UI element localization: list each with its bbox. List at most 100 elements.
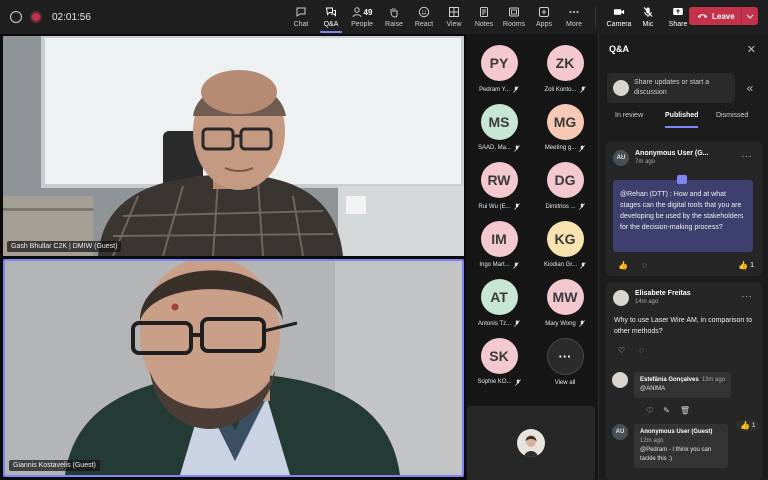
participant-avatar: AT: [480, 279, 518, 315]
close-icon[interactable]: ✕: [747, 43, 756, 56]
participant-name: Sophie KO...: [477, 379, 512, 385]
participant-avatar: MG: [546, 103, 584, 140]
mic-button[interactable]: Mic: [634, 0, 662, 34]
delete-icon[interactable]: 🗑: [680, 406, 690, 415]
author-avatar: AU: [613, 150, 629, 166]
video-stage: Gash Bhullar C2K | DMIW (Guest) Giannis …: [0, 34, 466, 480]
notes-icon: [478, 6, 490, 18]
participant-cell[interactable]: DG Dimitrios ...: [532, 151, 598, 210]
question-actions: 👍 ◌: [618, 261, 647, 270]
more-options-icon[interactable]: ···: [742, 291, 753, 301]
view-button[interactable]: View: [439, 0, 469, 34]
phone-hangup-icon: [697, 12, 708, 21]
participant-avatar: RW: [480, 162, 518, 198]
self-video-tile[interactable]: [467, 406, 595, 480]
participant-cell[interactable]: SK Sophie KO...: [466, 327, 532, 386]
people-icon: [352, 6, 362, 17]
edit-icon[interactable]: ✎: [663, 406, 670, 415]
participant-avatar: SK: [480, 337, 518, 374]
people-count: 49: [363, 7, 373, 17]
thumbs-up-icon: 👍: [740, 421, 750, 430]
participant-name-tag: Gash Bhullar C2K | DMIW (Guest): [7, 241, 122, 252]
grid-icon: [448, 6, 460, 18]
participant-cell[interactable]: MG Meeting g...: [532, 93, 598, 152]
chat-button[interactable]: Chat: [285, 0, 317, 34]
qa-button[interactable]: Q&A: [317, 0, 345, 34]
smiley-icon: [418, 6, 430, 18]
collapse-panel-icon[interactable]: «: [739, 74, 761, 102]
share-update-placeholder: Share updates or start a discussion: [634, 79, 710, 96]
leave-button[interactable]: Leave: [689, 7, 758, 25]
participant-cell[interactable]: RW Rui Wu (E...: [466, 151, 532, 210]
qa-panel-title: Q&A: [609, 44, 629, 54]
reply-text: @Pedram - I think you can tackle this :): [640, 447, 712, 462]
qa-panel: Q&A ✕ Share updates or start a discussio…: [598, 34, 768, 480]
participant-avatar: MS: [480, 103, 518, 140]
participant-avatar: DG: [546, 162, 584, 198]
participant-cell[interactable]: IM Ingo Mart...: [466, 210, 532, 269]
people-button[interactable]: 49 People: [345, 0, 379, 34]
participant-cell[interactable]: PY Pedram Y...: [466, 34, 532, 93]
reply-bubble: Anonymous User (Guest) 12m ago @Pedram -…: [634, 424, 728, 468]
rooms-icon: [508, 6, 520, 18]
participant-cell[interactable]: MW Mary Wong: [532, 268, 598, 327]
reply-text: @ANIMA: [640, 386, 666, 392]
reply-item: Estefânia Gonçalves 13m ago @ANIMA: [612, 372, 732, 398]
reply-like-badge[interactable]: 👍 1: [736, 420, 760, 431]
rooms-button[interactable]: Rooms: [499, 0, 529, 34]
view-all-label: View all: [554, 379, 576, 386]
participant-cell[interactable]: KG Kiodian Gr...: [532, 210, 598, 269]
share-screen-icon: [672, 6, 684, 18]
notes-button[interactable]: Notes: [469, 0, 499, 34]
like-icon[interactable]: ♡: [618, 346, 625, 355]
raise-hand-button[interactable]: Raise: [379, 0, 409, 34]
question-actions: ♡ ◌: [618, 346, 644, 355]
participant-cell[interactable]: AT Antonis Tz...: [466, 268, 532, 327]
participant-name-tag: Giannis Kostavelis (Guest): [9, 460, 100, 471]
tab-dismissed[interactable]: Dismissed: [716, 112, 748, 119]
more-options-icon[interactable]: ···: [742, 151, 753, 161]
reply-icon[interactable]: ◌: [642, 261, 647, 270]
hand-icon: [388, 6, 400, 18]
question-author: Anonymous User (G...: [635, 150, 709, 157]
user-avatar: [613, 80, 629, 96]
toolbar-divider: [595, 7, 596, 27]
more-icon: [568, 6, 580, 18]
participant-cell[interactable]: ZK Zoli Konto...: [532, 34, 598, 93]
plus-square-icon: [538, 6, 550, 18]
more-button[interactable]: More: [559, 0, 589, 34]
participant-avatar: MW: [546, 279, 584, 315]
question-time: 14m ago: [635, 299, 659, 305]
tab-published[interactable]: Published: [665, 112, 699, 128]
video-tile-giannis-kostavelis[interactable]: Giannis Kostavelis (Guest): [3, 259, 464, 477]
participant-cell[interactable]: MS SAAD, Ma...: [466, 93, 532, 152]
share-update-input[interactable]: Share updates or start a discussion: [607, 73, 735, 103]
view-all-button[interactable]: ··· View all: [532, 327, 598, 386]
leave-label: Leave: [712, 11, 735, 21]
video-tile-gash-bhullar[interactable]: Gash Bhullar C2K | DMIW (Guest): [3, 36, 464, 256]
participant-video-2: [5, 261, 462, 475]
reply-avatar: AU: [612, 424, 628, 440]
mic-off-icon: [514, 378, 521, 386]
like-count[interactable]: 👍 1: [738, 261, 754, 270]
qa-icon: [325, 6, 337, 18]
apps-button[interactable]: Apps: [529, 0, 559, 34]
question-time: 7m ago: [635, 159, 656, 165]
question-card[interactable]: Elisabete Freitas 14m ago ··· Why to use…: [606, 282, 762, 480]
like-icon[interactable]: 👍: [618, 261, 628, 270]
question-text: Why to use Laser Wire AM, in comparison …: [614, 317, 753, 335]
reply-author: Anonymous User (Guest): [640, 429, 713, 435]
shield-icon: [10, 11, 22, 23]
like-icon[interactable]: ♡: [646, 406, 653, 415]
reply-icon[interactable]: ◌: [639, 346, 644, 355]
participant-video-1: [3, 36, 464, 256]
react-button[interactable]: React: [409, 0, 439, 34]
participant-avatar: ZK: [546, 45, 584, 81]
participant-avatar: KG: [546, 220, 584, 257]
leave-options-chevron-down-icon[interactable]: [742, 14, 758, 19]
tab-in-review[interactable]: In review: [615, 112, 643, 119]
camera-button[interactable]: Camera: [604, 0, 634, 34]
question-card[interactable]: AU Anonymous User (G... 7m ago ··· @Reha…: [606, 142, 762, 276]
participant-avatar: PY: [480, 45, 518, 81]
thumbs-up-icon: 👍: [738, 261, 749, 270]
